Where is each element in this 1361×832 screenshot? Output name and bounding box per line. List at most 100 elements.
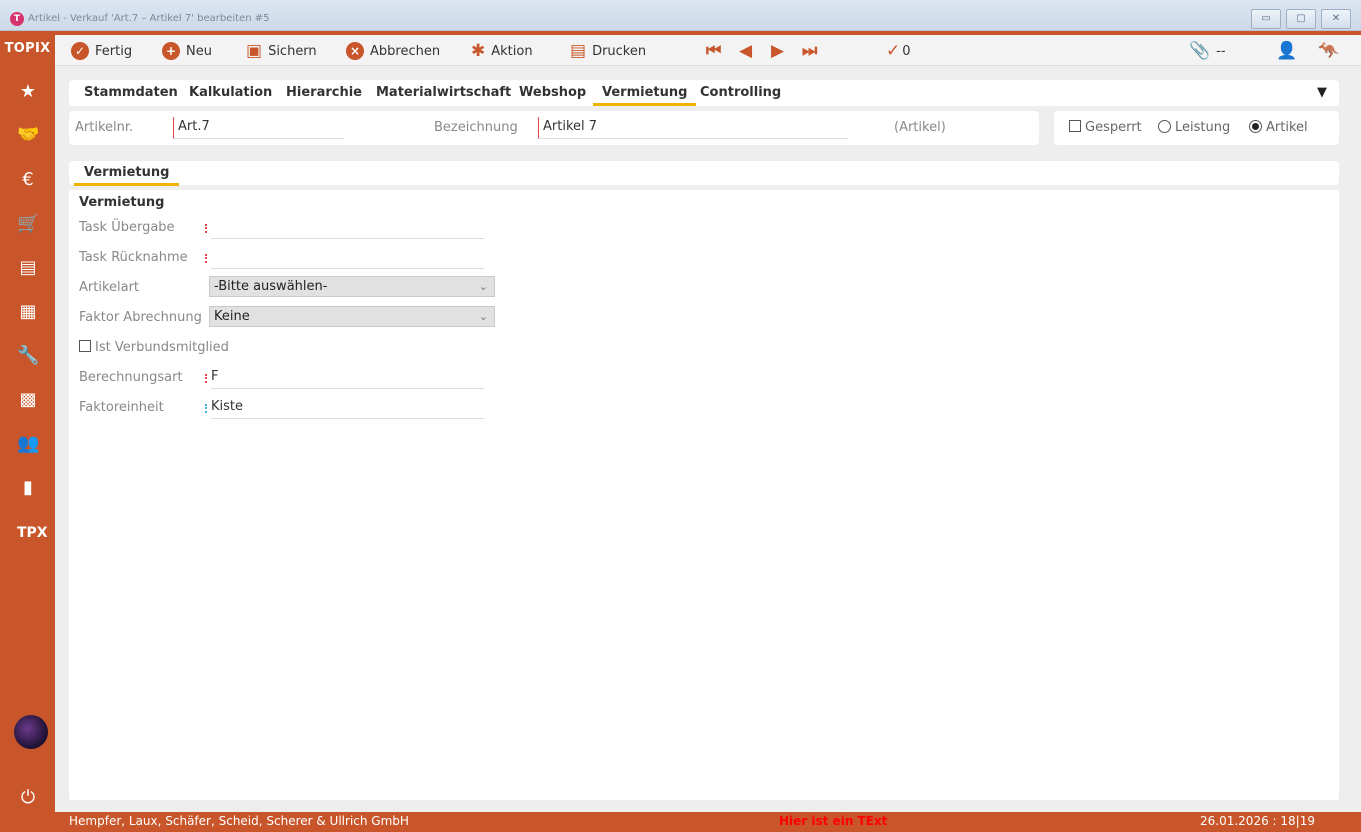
drucken-button[interactable]: ▤ Drucken — [570, 41, 646, 61]
paperclip-icon: 📎 — [1189, 41, 1211, 61]
invoice-icon[interactable]: € — [17, 169, 39, 191]
people-icon[interactable]: 👥 — [17, 433, 39, 455]
verbundsmitglied-label: Ist Verbundsmitglied — [95, 340, 229, 355]
maximize-button[interactable]: ▢ — [1286, 9, 1316, 29]
bezeichnung-label: Bezeichnung — [434, 120, 518, 135]
prev-record-icon: ◀ — [739, 41, 753, 61]
company-name: Hempfer, Laux, Schäfer, Scheid, Scherer … — [69, 814, 409, 828]
plus-icon: + — [162, 42, 180, 60]
status-bar: Hempfer, Laux, Schäfer, Scheid, Scherer … — [55, 812, 1361, 832]
bezeichnung-field[interactable]: Artikel 7 — [538, 117, 848, 139]
bar-chart-icon[interactable]: ▮ — [17, 477, 39, 499]
window-titlebar: T Artikel - Verkauf 'Art.7 – Artikel 7' … — [0, 0, 1361, 31]
cart-icon[interactable]: 🛒 — [17, 213, 39, 235]
avatar[interactable] — [14, 715, 48, 749]
leistung-label: Leistung — [1175, 120, 1231, 135]
task-uebergabe-field[interactable] — [211, 217, 484, 239]
tab-materialwirtschaft[interactable]: Materialwirtschaft — [376, 85, 511, 100]
tab-vermietung[interactable]: Vermietung — [593, 85, 697, 106]
artikelart-select[interactable]: -Bitte auswählen- ⌄ — [209, 276, 495, 297]
tpx-icon[interactable]: TPX — [17, 522, 48, 544]
sichern-label: Sichern — [268, 43, 317, 59]
checkbox-icon — [1069, 120, 1081, 132]
tab-hierarchie[interactable]: Hierarchie — [286, 85, 362, 100]
gesperrt-checkbox[interactable]: Gesperrt — [1069, 120, 1142, 135]
radio-selected-icon — [1249, 120, 1262, 133]
sichern-button[interactable]: ▣ Sichern — [246, 41, 317, 61]
berechnungsart-label: Berechnungsart — [79, 370, 183, 385]
tab-bar: Stammdaten Kalkulation Hierarchie Materi… — [69, 80, 1339, 106]
nav-first-button[interactable]: ⏮ — [706, 41, 721, 61]
drucken-label: Drucken — [592, 43, 647, 59]
artikelart-label: Artikelart — [79, 280, 140, 295]
tab-controlling[interactable]: Controlling — [700, 85, 781, 100]
window-title: Artikel - Verkauf 'Art.7 – Artikel 7' be… — [28, 13, 270, 24]
neu-button[interactable]: + Neu — [162, 41, 212, 61]
gesperrt-label: Gesperrt — [1085, 120, 1142, 135]
leistung-radio[interactable]: Leistung — [1158, 120, 1230, 135]
tabs-dropdown-icon[interactable]: ▼ — [1317, 85, 1327, 100]
faktor-abrechnung-value: Keine — [214, 309, 250, 324]
attachment-button[interactable]: 📎 -- — [1189, 41, 1226, 61]
calculator-icon[interactable]: ▩ — [17, 389, 39, 411]
chevron-down-icon: ⌄ — [478, 280, 488, 293]
artikel-radio[interactable]: Artikel — [1249, 120, 1308, 135]
gear-icon: ✱ — [471, 41, 486, 61]
tab-kalkulation[interactable]: Kalkulation — [189, 85, 272, 100]
user-button[interactable]: 👤 — [1276, 41, 1297, 61]
task-ruecknahme-field[interactable] — [211, 247, 484, 269]
checkbox-icon — [79, 340, 91, 352]
archive-icon[interactable]: ▦ — [17, 301, 39, 323]
subtab-bar: Vermietung — [69, 161, 1339, 186]
sidebar: TOPIX ★ 🤝 € 🛒 ▤ ▦ 🔧 ▩ 👥 ▮ TPX ⏻ — [0, 35, 55, 832]
save-icon: ▣ — [246, 41, 263, 61]
star-icon[interactable]: ★ — [17, 81, 39, 103]
abbrechen-button[interactable]: × Abbrechen — [346, 41, 440, 61]
topix-logo: TOPIX — [4, 41, 51, 56]
abbrechen-label: Abbrechen — [370, 43, 441, 59]
handshake-icon[interactable]: 🤝 — [17, 124, 39, 146]
aktion-label: Aktion — [491, 43, 533, 59]
task-uebergabe-label: Task Übergabe — [79, 220, 175, 235]
required-marker — [205, 254, 208, 263]
berechnungsart-field[interactable]: F — [211, 367, 484, 389]
subtab-vermietung[interactable]: Vermietung — [74, 165, 180, 186]
nav-next-button[interactable]: ▶ — [771, 41, 784, 61]
faktor-abrechnung-select[interactable]: Keine ⌄ — [209, 306, 495, 327]
close-button[interactable]: ✕ — [1321, 9, 1351, 29]
neu-label: Neu — [186, 43, 212, 59]
datetime: 26.01.2026 : 18|19 — [1200, 814, 1315, 828]
check-icon: ✓ — [71, 42, 89, 60]
cancel-icon: × — [346, 42, 364, 60]
tab-stammdaten[interactable]: Stammdaten — [84, 85, 178, 100]
fertig-button[interactable]: ✓ Fertig — [71, 41, 132, 61]
artikel-label: Artikel — [1266, 120, 1308, 135]
check-count: 0 — [902, 43, 911, 59]
article-header: Artikelnr. Art.7 Bezeichnung Artikel 7 (… — [69, 111, 1039, 145]
app-icon: T — [10, 12, 24, 26]
wrench-icon[interactable]: 🔧 — [17, 345, 39, 367]
aktion-button[interactable]: ✱ Aktion — [471, 41, 533, 61]
info-marker — [205, 404, 208, 413]
required-marker — [205, 224, 208, 233]
next-record-icon: ▶ — [771, 41, 785, 61]
faktoreinheit-label: Faktoreinheit — [79, 400, 164, 415]
kangaroo-button[interactable]: 🦘 — [1318, 41, 1339, 61]
radio-icon — [1158, 120, 1171, 133]
verbundsmitglied-checkbox[interactable]: Ist Verbundsmitglied — [79, 340, 229, 355]
minimize-button[interactable]: ▭ — [1251, 9, 1281, 29]
warehouse-icon[interactable]: ▤ — [17, 257, 39, 279]
faktoreinheit-field[interactable]: Kiste — [211, 397, 484, 419]
user-icon: 👤 — [1276, 41, 1298, 61]
tab-webshop[interactable]: Webshop — [519, 85, 586, 100]
status-message: Hier ist ein TExt — [779, 814, 888, 828]
chevron-down-icon: ⌄ — [478, 310, 488, 323]
printer-icon: ▤ — [570, 41, 587, 61]
power-icon[interactable]: ⏻ — [17, 787, 39, 809]
first-record-icon: ⏮ — [706, 41, 722, 61]
nav-last-button[interactable]: ⏭ — [802, 41, 817, 61]
nav-prev-button[interactable]: ◀ — [739, 41, 752, 61]
form-panel: Vermietung Task Übergabe Task Rücknahme … — [69, 190, 1339, 800]
artikelnr-field[interactable]: Art.7 — [173, 117, 344, 139]
check-count-button[interactable]: ✓ 0 — [886, 41, 911, 61]
